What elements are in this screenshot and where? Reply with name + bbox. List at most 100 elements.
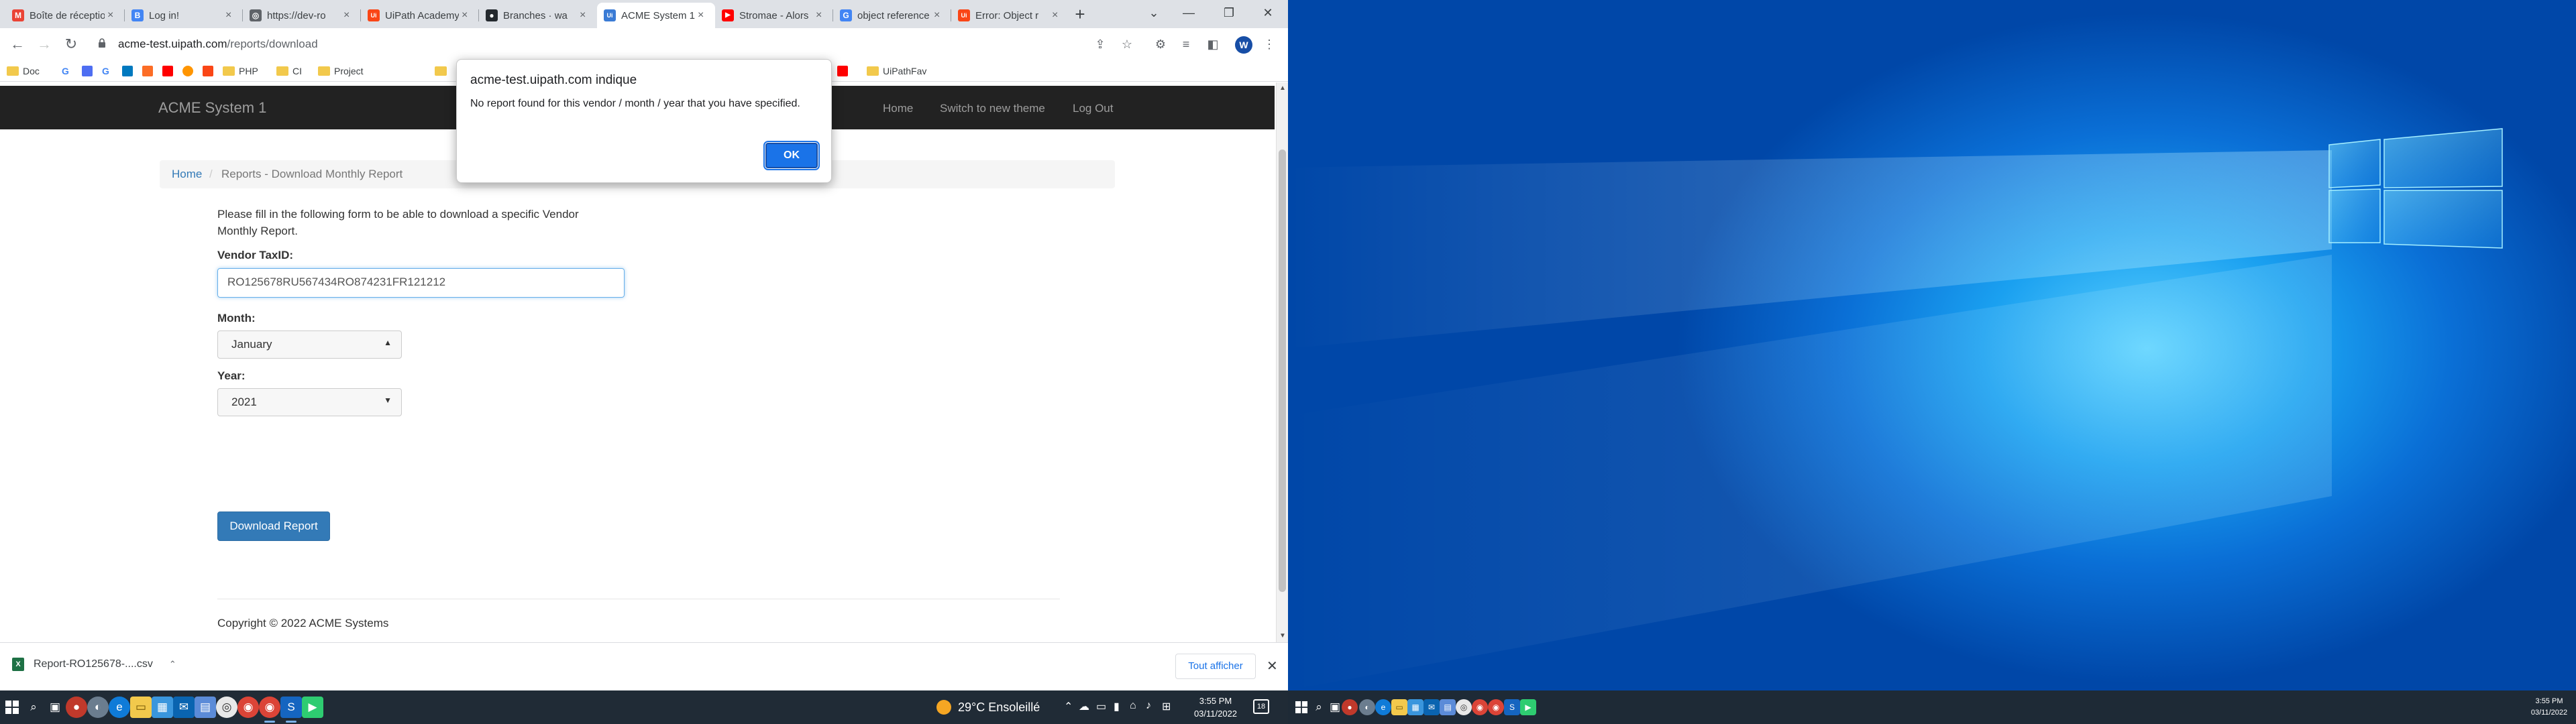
back-arrow-icon[interactable]: ← <box>8 35 27 54</box>
year-select[interactable]: 2021 ▼ <box>217 388 402 416</box>
close-window-button[interactable]: ✕ <box>1252 0 1284 25</box>
vendor-taxid-input[interactable]: RO125678RU567434RO874231FR121212 <box>217 268 625 298</box>
restore-button[interactable]: ❐ <box>1213 0 1245 25</box>
edge-icon[interactable]: e <box>109 697 130 718</box>
uipath-studio-icon[interactable]: S <box>1504 699 1520 715</box>
bookmark-ci[interactable]: CI <box>276 64 302 78</box>
app-icon[interactable]: ◐ <box>1359 699 1375 715</box>
store-icon[interactable]: ▦ <box>152 697 173 718</box>
package-icon[interactable]: ▤ <box>195 697 216 718</box>
scroll-up-icon[interactable]: ▲ <box>1277 82 1288 95</box>
breadcrumb-home-link[interactable]: Home <box>172 168 202 181</box>
uipath-robot-icon[interactable]: ▶ <box>302 697 323 718</box>
close-icon[interactable]: × <box>580 9 590 21</box>
tab-dev[interactable]: ◎ https://dev-ro × <box>243 3 361 28</box>
app-icon[interactable]: ◎ <box>216 697 237 718</box>
chrome-icon[interactable]: ◉ <box>1472 699 1488 715</box>
recorder-icon[interactable]: ● <box>66 697 87 718</box>
notification-center-icon[interactable]: 18 <box>1253 699 1269 714</box>
app-icon[interactable]: ◐ <box>87 697 109 718</box>
share-icon[interactable]: ⇪ <box>1092 36 1108 52</box>
uipath-robot-icon[interactable]: ▶ <box>1520 699 1536 715</box>
close-icon[interactable]: × <box>225 9 236 21</box>
display-icon[interactable]: ▭ <box>1096 700 1106 713</box>
site-brand[interactable]: ACME System 1 <box>158 99 266 117</box>
close-icon[interactable]: × <box>698 9 708 21</box>
reading-list-icon[interactable]: ≡ <box>1178 36 1194 52</box>
tab-acme-system[interactable]: Ui ACME System 1 × <box>597 3 715 28</box>
nav-home-link[interactable]: Home <box>883 102 913 115</box>
bookmark-gitlab[interactable] <box>142 64 157 78</box>
search-icon[interactable]: ⌕ <box>23 697 44 718</box>
chrome-icon[interactable]: ◉ <box>259 697 280 723</box>
scroll-thumb[interactable] <box>1279 149 1286 592</box>
show-all-downloads-button[interactable]: Tout afficher <box>1175 654 1256 679</box>
chevron-up-icon[interactable]: ⌃ <box>169 659 176 670</box>
tab-google-search[interactable]: G object reference × <box>833 3 951 28</box>
profile-avatar[interactable]: W <box>1235 36 1252 54</box>
package-icon[interactable]: ▤ <box>1440 699 1456 715</box>
bookmark-uipath[interactable] <box>203 64 217 78</box>
bookmark-firefox[interactable] <box>182 64 197 78</box>
close-icon[interactable]: × <box>343 9 354 21</box>
reload-icon[interactable]: ↻ <box>62 35 80 54</box>
battery-icon[interactable]: ▮ <box>1114 700 1120 713</box>
address-bar[interactable]: acme-test.uipath.com/reports/download <box>87 32 1120 56</box>
recorder-icon[interactable]: ● <box>1342 699 1358 715</box>
alert-ok-button[interactable]: OK <box>763 141 820 170</box>
close-icon[interactable]: × <box>816 9 826 21</box>
scroll-down-icon[interactable]: ▼ <box>1277 630 1288 642</box>
nav-logout-link[interactable]: Log Out <box>1073 102 1114 115</box>
minimize-button[interactable]: — <box>1173 0 1205 25</box>
bookmark-folder[interactable] <box>435 64 451 78</box>
language-icon[interactable]: ⊞ <box>1162 700 1171 713</box>
month-select[interactable]: January ▲ <box>217 330 402 359</box>
menu-kebab-icon[interactable]: ⋮ <box>1261 36 1277 52</box>
bookmark-google-2[interactable]: G <box>102 64 117 78</box>
app-icon[interactable]: ◎ <box>1456 699 1472 715</box>
bookmark-doc[interactable]: Doc <box>7 64 40 78</box>
bookmark-project[interactable]: Project <box>318 64 364 78</box>
bookmark-google[interactable]: G <box>62 64 76 78</box>
bookmark-php[interactable]: PHP <box>223 64 258 78</box>
bookmark-youtube[interactable] <box>162 64 177 78</box>
mail-icon[interactable]: ✉ <box>1424 699 1440 715</box>
new-tab-button[interactable]: + <box>1069 4 1091 25</box>
weather-widget[interactable]: 29°C Ensoleillé <box>936 700 1040 715</box>
nav-switch-theme-link[interactable]: Switch to new theme <box>940 102 1045 115</box>
close-icon[interactable]: × <box>934 9 945 21</box>
forward-arrow-icon[interactable]: → <box>35 35 54 54</box>
page-scrollbar[interactable]: ▲ ▼ <box>1276 82 1288 642</box>
tab-github-branches[interactable]: ● Branches · wa × <box>479 3 597 28</box>
network-icon[interactable]: ⌂ <box>1130 700 1136 712</box>
bookmark-youtube-2[interactable] <box>837 64 852 78</box>
file-explorer-icon[interactable]: ▭ <box>130 697 152 718</box>
uipath-studio-icon[interactable]: S <box>280 697 302 723</box>
chrome-icon[interactable]: ◉ <box>237 697 259 718</box>
close-icon[interactable]: ✕ <box>1267 658 1278 674</box>
close-icon[interactable]: × <box>107 9 118 21</box>
tab-gmail[interactable]: M Boîte de réception × <box>5 3 125 28</box>
taskbar-clock[interactable]: 3:55 PM 03/11/2022 <box>2525 696 2573 719</box>
cloud-icon[interactable]: ☁ <box>1079 700 1089 713</box>
edge-icon[interactable]: e <box>1375 699 1391 715</box>
extensions-icon[interactable]: ⚙ <box>1152 36 1169 52</box>
download-report-button[interactable]: Download Report <box>217 511 330 541</box>
tab-search-button[interactable]: ⌄ <box>1138 0 1170 25</box>
close-icon[interactable]: × <box>1052 9 1063 21</box>
bookmark-trello[interactable] <box>122 64 137 78</box>
mail-icon[interactable]: ✉ <box>173 697 195 718</box>
bookmark-app[interactable] <box>82 64 97 78</box>
windows-start-icon[interactable] <box>1 697 23 718</box>
bookmark-star-icon[interactable]: ☆ <box>1119 36 1135 52</box>
store-icon[interactable]: ▦ <box>1407 699 1424 715</box>
tab-login[interactable]: B Log in! × <box>125 3 243 28</box>
tab-error[interactable]: Ui Error: Object r × <box>951 3 1069 28</box>
download-item[interactable]: X Report-RO125678-....csv ⌃ <box>12 658 176 671</box>
task-view-icon[interactable]: ▣ <box>44 697 66 718</box>
volume-icon[interactable]: ♪ <box>1146 700 1151 712</box>
chevron-up-icon[interactable]: ⌃ <box>1064 700 1073 713</box>
tab-youtube[interactable]: ▶ Stromae - Alors × <box>715 3 833 28</box>
side-panel-icon[interactable]: ◧ <box>1205 36 1221 52</box>
tab-uipath-academy[interactable]: Ui UiPath Academy × <box>361 3 479 28</box>
